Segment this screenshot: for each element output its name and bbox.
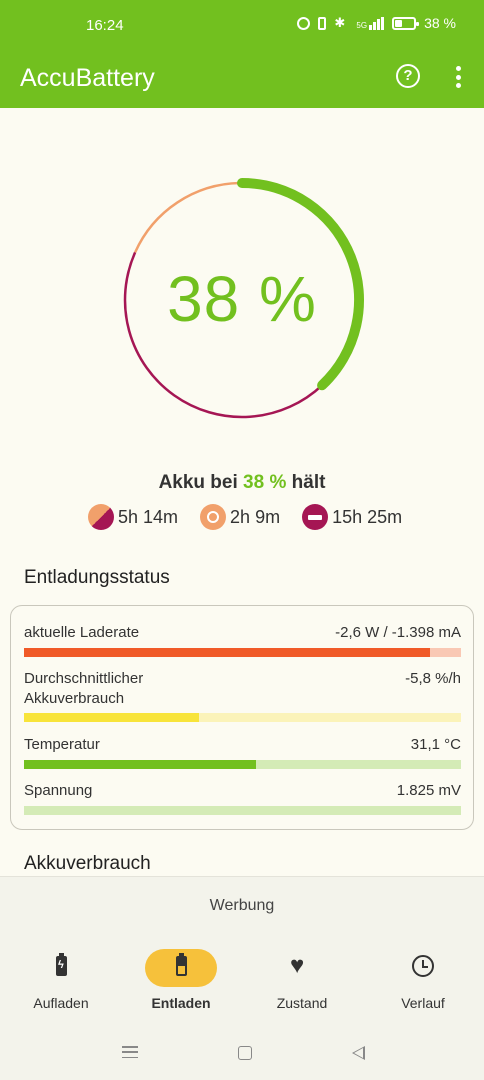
- nav-health[interactable]: ♥ Zustand: [242, 949, 362, 1012]
- battery-discharging-icon: [176, 953, 187, 976]
- system-nav-bar: [0, 1034, 484, 1074]
- battery-percent: 38 %: [167, 263, 317, 335]
- battery-percent-status: 38 %: [424, 15, 456, 31]
- holds-prefix: Akku bei: [158, 472, 238, 493]
- signal-icon: 5G: [356, 16, 385, 30]
- time-mixed: 5h 14m: [88, 504, 178, 530]
- discharge-status-title: Entladungsstatus: [24, 567, 170, 588]
- nav-health-icon-wrap: ♥: [266, 949, 338, 987]
- voltage-label: Spannung: [24, 782, 93, 799]
- status-bar: 16:24 ✱ 5G 38 %: [0, 0, 484, 54]
- battery-status-icon: [392, 16, 420, 30]
- time-screen-on: 2h 9m: [200, 504, 280, 530]
- discharge-row-voltage: Spannung 1.825 mV: [24, 781, 461, 805]
- status-icons: ✱ 5G 38 %: [297, 15, 456, 31]
- heart-icon: ♥: [290, 952, 305, 979]
- holds-suffix: hält: [291, 472, 326, 493]
- home-icon[interactable]: [238, 1046, 252, 1060]
- discharge-status-card[interactable]: aktuelle Laderate -2,6 W / -1.398 mA Dur…: [10, 605, 474, 830]
- average-value: -5,8 %/h: [405, 670, 461, 687]
- temperature-value: 31,1 °C: [410, 736, 461, 753]
- time-sleep-value: 15h 25m: [332, 506, 403, 527]
- app-bar: AccuBattery ?: [0, 54, 484, 108]
- mixed-usage-icon: [88, 504, 114, 530]
- nav-history-label: Verlauf: [401, 995, 445, 1011]
- discharge-row-temperature: Temperatur 31,1 °C: [24, 735, 461, 759]
- holds-summary: Akku bei 38 % hält: [0, 472, 484, 494]
- battery-charging-icon: ϟ: [56, 953, 67, 976]
- nav-discharging-icon-wrap: [145, 949, 217, 987]
- voltage-value: 1.825 mV: [396, 782, 461, 799]
- temperature-label: Temperatur: [24, 736, 100, 753]
- back-icon[interactable]: [352, 1046, 365, 1060]
- help-circle-icon[interactable]: ?: [396, 64, 420, 88]
- time-sleep: 15h 25m: [302, 504, 402, 530]
- discharge-row-average: Durchschnittlicher Akkuverbrauch -5,8 %/…: [24, 669, 461, 713]
- rate-label: aktuelle Laderate: [24, 624, 140, 641]
- ad-label: Werbung: [209, 897, 275, 914]
- voltage-bar: [24, 806, 461, 815]
- screen-on-icon: [200, 504, 227, 530]
- holds-percent: 38 %: [243, 472, 287, 493]
- alarm-icon: [297, 16, 311, 30]
- average-bar: [24, 713, 461, 722]
- average-label: Durchschnittlicher Akkuverbrauch: [24, 670, 144, 707]
- time-mixed-value: 5h 14m: [118, 506, 179, 527]
- discharge-row-rate: aktuelle Laderate -2,6 W / -1.398 mA: [24, 623, 461, 647]
- history-icon: [412, 955, 434, 977]
- rate-value: -2,6 W / -1.398 mA: [335, 624, 461, 641]
- more-vertical-icon[interactable]: [450, 66, 466, 88]
- bluetooth-icon: ✱: [334, 15, 346, 30]
- gauge-arc-screen-on: [133, 181, 240, 253]
- network-type: 5G: [356, 20, 368, 30]
- temperature-bar: [24, 760, 461, 769]
- nav-charging[interactable]: ϟ Aufladen: [1, 949, 121, 1011]
- sleep-icon: [302, 504, 329, 530]
- recent-apps-icon[interactable]: [122, 1046, 138, 1058]
- nav-charging-icon-wrap: ϟ: [25, 949, 97, 987]
- app-title: AccuBattery: [20, 64, 155, 92]
- rate-bar: [24, 648, 461, 657]
- status-time: 16:24: [86, 17, 124, 34]
- estimated-times: 5h 14m 2h 9m 15h 25m: [88, 503, 424, 531]
- vibrate-icon: [318, 16, 327, 30]
- nav-discharging[interactable]: Entladen: [121, 949, 241, 1011]
- battery-usage-title: Akkuverbrauch: [24, 853, 151, 874]
- nav-discharging-label: Entladen: [151, 995, 211, 1011]
- time-screen-on-value: 2h 9m: [230, 506, 281, 527]
- nav-history-icon-wrap: [387, 949, 459, 987]
- nav-health-label: Zustand: [276, 995, 328, 1011]
- nav-charging-label: Aufladen: [33, 995, 89, 1011]
- nav-history[interactable]: Verlauf: [363, 949, 483, 1011]
